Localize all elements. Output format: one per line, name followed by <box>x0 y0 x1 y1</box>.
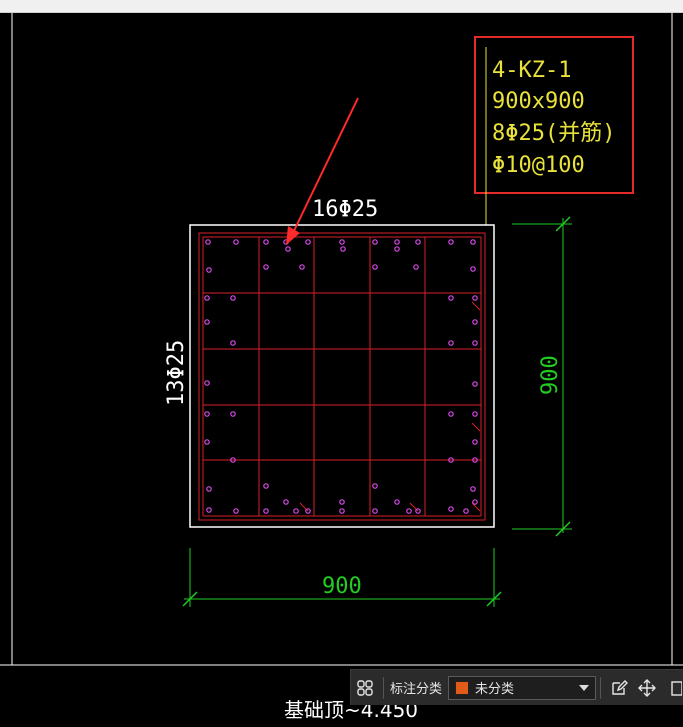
rebar-dot <box>472 411 478 417</box>
pointer-arrow-head <box>286 226 300 245</box>
window-top-strip <box>0 0 683 13</box>
rebar-dot <box>233 239 239 245</box>
rebar-dot <box>472 295 478 301</box>
right-dim-text: 900 <box>538 355 563 395</box>
rebar-dot <box>470 266 476 272</box>
rebar-dot <box>204 319 210 325</box>
rebar-dot <box>263 264 269 270</box>
annotation-line-2: 900x900 <box>492 89 585 114</box>
drawing-svg: 4-KZ-1 900x900 8Φ25(并筋) Φ10@100 16Φ25 13… <box>0 13 683 722</box>
rebar-dot <box>263 508 269 514</box>
rebar-dot <box>413 264 419 270</box>
edit-icon <box>612 679 629 695</box>
rebar-dot <box>206 486 212 492</box>
annotation-line-4: Φ10@100 <box>492 153 585 178</box>
grid-view-icon <box>357 679 373 696</box>
rebar-dot <box>230 340 236 346</box>
rebar-dot <box>448 295 454 301</box>
rebar-dot <box>472 319 478 325</box>
rebar-dot <box>372 239 378 245</box>
rebar-dot <box>372 483 378 489</box>
rebar-dot <box>448 340 454 346</box>
rebar-dot <box>448 239 454 245</box>
rebar-dot <box>206 267 212 273</box>
rebar-dot <box>285 246 291 252</box>
chevron-down-icon <box>579 684 590 691</box>
rebar-dot <box>205 239 211 245</box>
rebar-dot <box>233 508 239 514</box>
rebar-dot <box>283 499 289 505</box>
stirrup-hook-1 <box>471 422 481 432</box>
rebar-dot <box>463 508 469 514</box>
rebar-dot <box>263 483 269 489</box>
rebar-dot <box>263 239 269 245</box>
rebar-dot <box>204 380 210 386</box>
copy-icon <box>671 680 683 696</box>
rebar-dot <box>372 264 378 270</box>
rebar-dot <box>230 411 236 417</box>
rebar-dot <box>394 239 400 245</box>
rebar-dot <box>415 239 421 245</box>
stirrup-grid <box>198 232 486 521</box>
rebar-dot <box>470 239 476 245</box>
copy-button[interactable] <box>661 674 683 702</box>
rebar-dot <box>293 508 299 514</box>
cad-canvas[interactable]: 4-KZ-1 900x900 8Φ25(并筋) Φ10@100 16Φ25 13… <box>0 13 683 727</box>
rebar-dot <box>204 295 210 301</box>
rebar-dot <box>305 239 311 245</box>
rebar-dot <box>204 411 210 417</box>
rebar-dot <box>372 508 378 514</box>
toolbar-separator-2 <box>600 676 602 699</box>
grid-view-button[interactable] <box>351 674 379 702</box>
bottom-dim-text: 900 <box>322 574 362 599</box>
rebar-dot <box>339 499 345 505</box>
category-select-value: 未分类 <box>475 681 515 696</box>
rebar-dot <box>394 499 400 505</box>
move-button[interactable] <box>633 674 661 702</box>
rebar-dot <box>470 486 476 492</box>
rebar-dot <box>339 239 345 245</box>
edit-button[interactable] <box>605 674 633 702</box>
rebar-dot <box>406 508 412 514</box>
outer-stirrup <box>198 232 486 521</box>
rebar-dot <box>394 246 400 252</box>
rebar-dot <box>472 340 478 346</box>
rebar-dot <box>230 295 236 301</box>
category-label: 标注分类 <box>390 681 443 696</box>
rebar-dot <box>448 506 454 512</box>
rebar-dot <box>448 411 454 417</box>
rebar-dot <box>472 381 478 387</box>
rebar-dot <box>299 264 305 270</box>
rebar-dot <box>472 499 478 505</box>
annotation-line-1: 4-KZ-1 <box>492 58 571 83</box>
move-icon <box>638 678 657 697</box>
stirrup-hook-0 <box>471 301 481 311</box>
rebar-dot <box>340 246 346 252</box>
rebar-dot <box>339 508 345 514</box>
annotation-toolbar: 标注分类 未分类 <box>350 669 683 705</box>
rebar-group <box>204 239 478 514</box>
toolbar-separator <box>383 676 384 699</box>
category-select[interactable]: 未分类 <box>448 675 597 700</box>
top-rebar-label: 16Φ25 <box>312 197 378 222</box>
side-rebar-label: 13Φ25 <box>164 340 189 406</box>
category-color-swatch <box>455 680 470 695</box>
rebar-dot <box>472 439 478 445</box>
rebar-dot <box>204 439 210 445</box>
annotation-line-3: 8Φ25(并筋) <box>492 121 615 146</box>
column-outline[interactable] <box>189 224 495 528</box>
rebar-dot <box>206 507 212 513</box>
